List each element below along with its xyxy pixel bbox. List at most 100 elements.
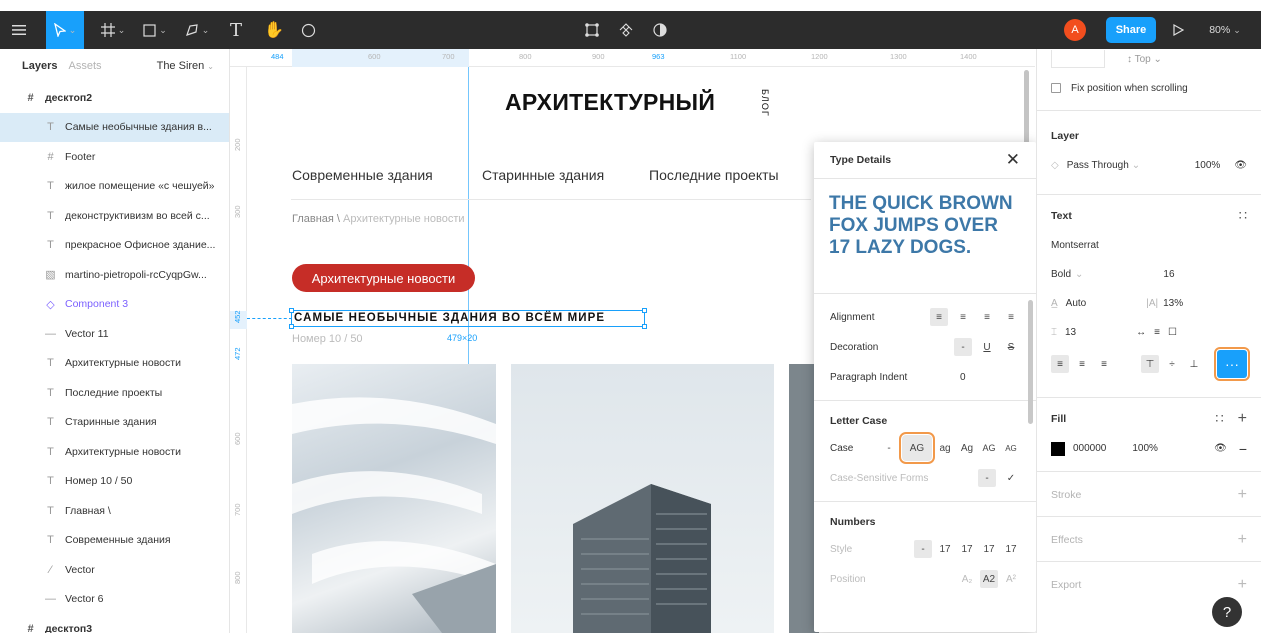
close-icon[interactable]: ✕: [1006, 150, 1020, 170]
eye-icon[interactable]: 👁: [1234, 160, 1247, 171]
superscript-button[interactable]: A²: [1002, 570, 1020, 588]
resize-handle[interactable]: [289, 308, 294, 313]
strikethrough-icon[interactable]: S: [1002, 338, 1020, 356]
text-align-center-icon[interactable]: ≡: [1073, 355, 1091, 373]
contrast-icon[interactable]: [646, 11, 674, 49]
news-pill[interactable]: Архитектурные новости: [292, 264, 475, 292]
pen-tool-button[interactable]: ⌄: [180, 11, 214, 49]
align-right-icon[interactable]: ≡: [978, 308, 996, 326]
move-tool-button[interactable]: ⌄: [46, 11, 84, 49]
fix-position-checkbox[interactable]: [1051, 83, 1061, 93]
breadcrumb[interactable]: Главная \ Архитектурные новости: [292, 213, 465, 225]
auto-height-icon[interactable]: ≡: [1154, 327, 1160, 338]
case-sensitive-off-button[interactable]: -: [978, 469, 996, 487]
layer-item[interactable]: T Старинные здания: [0, 408, 229, 438]
photo-tower[interactable]: [511, 364, 774, 633]
align-left-icon[interactable]: ≡: [930, 308, 948, 326]
page-selector[interactable]: The Siren ⌄: [157, 60, 214, 72]
decoration-none-button[interactable]: -: [954, 338, 972, 356]
layer-item[interactable]: # десктоп2: [0, 83, 229, 113]
text-align-left-icon[interactable]: ≡: [1051, 355, 1069, 373]
component-options-icon[interactable]: [578, 11, 606, 49]
layer-item[interactable]: T Самые необычные здания в...: [0, 112, 229, 142]
layer-item[interactable]: ◇ Component 3: [0, 290, 229, 320]
underline-icon[interactable]: U: [978, 338, 996, 356]
create-component-icon[interactable]: [612, 11, 640, 49]
zoom-dropdown[interactable]: 80% ⌄: [1200, 11, 1250, 49]
auto-width-icon[interactable]: ↔: [1136, 327, 1146, 338]
layer-item[interactable]: Tжилое помещение «с чешуей»: [0, 172, 229, 202]
paragraph-indent-value[interactable]: 0: [960, 372, 966, 383]
photo-interior-stairs[interactable]: [292, 364, 496, 633]
case-small-caps-button[interactable]: AG: [980, 439, 998, 457]
resize-handle[interactable]: [642, 324, 647, 329]
layer-item[interactable]: T Номер 10 / 50: [0, 467, 229, 497]
align-top-icon[interactable]: ⊤: [1141, 355, 1159, 373]
add-effect-icon[interactable]: +: [1238, 531, 1247, 549]
type-details-button[interactable]: ···: [1214, 347, 1250, 381]
layer-item[interactable]: — Vector 6: [0, 585, 229, 615]
fill-hex-input[interactable]: 000000: [1073, 443, 1106, 454]
issue-counter[interactable]: Номер 10 / 50: [292, 333, 363, 345]
nav-old[interactable]: Старинные здания: [482, 167, 604, 183]
shape-tool-button[interactable]: ⌄: [138, 11, 172, 49]
subscript-button[interactable]: A₂: [958, 570, 976, 588]
present-icon[interactable]: [1164, 11, 1192, 49]
number-style-tabular-button[interactable]: 17: [1002, 540, 1020, 558]
layer-item[interactable]: # Footer: [0, 142, 229, 172]
eye-icon[interactable]: 👁: [1214, 443, 1227, 454]
layer-item[interactable]: — Vector 11: [0, 319, 229, 349]
add-export-icon[interactable]: +: [1238, 576, 1247, 594]
constraint-widget[interactable]: [1051, 50, 1105, 68]
layer-item[interactable]: ▧ martino-pietropoli-rcCyqpGw...: [0, 260, 229, 290]
resize-handle[interactable]: [289, 324, 294, 329]
check-icon[interactable]: ✓: [1002, 469, 1020, 487]
fill-swatch[interactable]: [1051, 441, 1065, 456]
help-button[interactable]: ?: [1212, 597, 1242, 627]
frame-tool-button[interactable]: ⌄: [96, 11, 130, 49]
letter-spacing-input[interactable]: 13%: [1163, 298, 1183, 309]
number-style-proportional-button[interactable]: 17: [980, 540, 998, 558]
layer-opacity-input[interactable]: 100%: [1195, 160, 1221, 171]
tab-layers[interactable]: Layers: [22, 60, 57, 72]
layer-item[interactable]: T Архитектурные новости: [0, 437, 229, 467]
line-height-input[interactable]: Auto: [1066, 298, 1087, 309]
case-small-caps-forced-button[interactable]: AG: [1002, 439, 1020, 457]
number-style-lining-button[interactable]: 17: [936, 540, 954, 558]
fill-styles-icon[interactable]: ∷: [1215, 411, 1223, 427]
avatar[interactable]: A: [1062, 11, 1088, 49]
case-uppercase-button[interactable]: AG: [899, 432, 935, 464]
type-details-scrollbar[interactable]: [1028, 300, 1033, 424]
site-title[interactable]: АРХИТЕКТУРНЫЙ: [505, 89, 715, 116]
fill-opacity-input[interactable]: 100%: [1132, 443, 1158, 454]
nav-modern[interactable]: Современные здания: [292, 167, 433, 183]
number-style-oldstyle-button[interactable]: 17: [958, 540, 976, 558]
case-lowercase-button[interactable]: ag: [936, 439, 954, 457]
site-subtitle[interactable]: БЛОГ: [760, 89, 770, 117]
add-fill-icon[interactable]: +: [1238, 410, 1247, 428]
layer-item[interactable]: ⁄ Vector: [0, 555, 229, 585]
remove-fill-icon[interactable]: −: [1239, 441, 1247, 457]
align-center-icon[interactable]: ≡: [954, 308, 972, 326]
constraint-vertical[interactable]: ↕ Top ⌄: [1127, 54, 1162, 65]
normal-position-button[interactable]: A2: [980, 570, 998, 588]
layer-item[interactable]: # десктоп3: [0, 614, 229, 633]
main-menu-icon[interactable]: [0, 11, 38, 49]
number-style-none-button[interactable]: -: [914, 540, 932, 558]
case-none-button[interactable]: -: [880, 439, 898, 457]
tab-assets[interactable]: Assets: [68, 60, 101, 72]
blend-mode-dropdown[interactable]: Pass Through: [1067, 160, 1129, 171]
align-justify-icon[interactable]: ≡: [1002, 308, 1020, 326]
font-family-dropdown[interactable]: Montserrat: [1051, 231, 1247, 260]
layer-item[interactable]: T Архитектурные новости: [0, 349, 229, 379]
text-styles-icon[interactable]: ∷: [1239, 208, 1247, 224]
hand-tool-icon[interactable]: ✋: [260, 11, 288, 49]
layer-item[interactable]: Tдеконструктивизм во всей с...: [0, 201, 229, 231]
paragraph-spacing-input[interactable]: 13: [1065, 327, 1076, 338]
text-tool-icon[interactable]: T: [222, 11, 250, 49]
font-weight-dropdown[interactable]: Bold ⌄: [1051, 269, 1083, 280]
align-bottom-icon[interactable]: ⊥: [1185, 355, 1203, 373]
align-middle-icon[interactable]: ÷: [1163, 355, 1181, 373]
add-stroke-icon[interactable]: +: [1238, 486, 1247, 504]
text-align-right-icon[interactable]: ≡: [1095, 355, 1113, 373]
